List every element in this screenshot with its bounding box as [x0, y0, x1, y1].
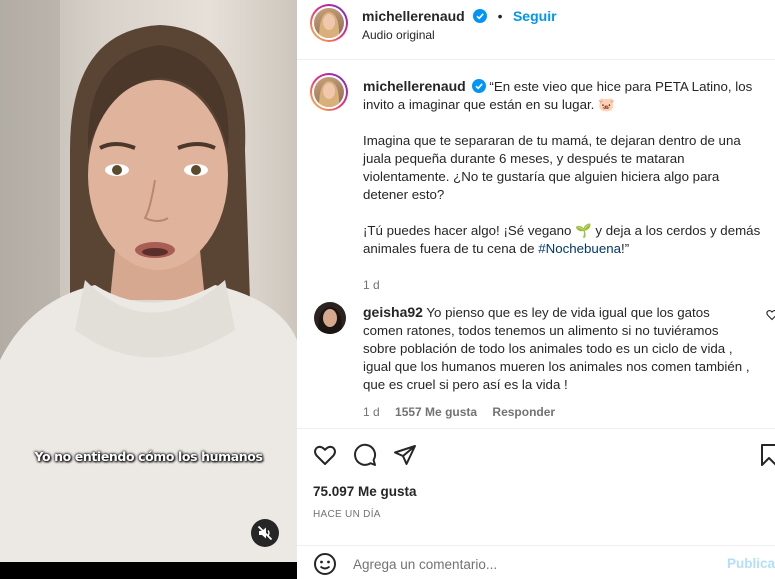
comment-likes[interactable]: 1557 Me gusta: [395, 405, 477, 419]
caption-time[interactable]: 1 d: [363, 276, 763, 294]
reel-video[interactable]: Yo no entiendo cómo los humanos: [0, 0, 297, 579]
like-heart-icon[interactable]: [313, 443, 337, 467]
caption-username[interactable]: michellerenaud: [363, 78, 466, 94]
post-actions: 75.097 Me gusta HACE UN DÍA Publica: [297, 428, 775, 579]
caption-text: michellerenaud “En este vieo que hice pa…: [363, 77, 763, 294]
comment-composer: Publica: [297, 545, 775, 579]
speaker-muted-icon: [257, 525, 273, 541]
avatar[interactable]: [314, 8, 344, 38]
verified-badge-icon: [473, 9, 488, 23]
post-header: michellerenaud • Seguir Audio original: [297, 0, 775, 60]
likes-count[interactable]: 75.097 Me gusta: [313, 484, 417, 499]
commenter-avatar[interactable]: [314, 302, 346, 334]
share-paper-plane-icon[interactable]: [393, 443, 417, 467]
avatar-image: [319, 81, 340, 107]
verified-badge-icon: [471, 79, 486, 93]
header-username[interactable]: michellerenaud: [362, 8, 465, 24]
video-bottom-bar: [0, 562, 297, 579]
caption-paragraph-2: Imagina que te separaran de tu mamá, te …: [363, 133, 741, 202]
mute-toggle-button[interactable]: [251, 519, 279, 547]
follow-button[interactable]: Seguir: [513, 8, 557, 24]
hashtag-link[interactable]: #Nochebuena: [538, 241, 621, 256]
header-separator: •: [497, 8, 503, 24]
comment-item: geisha92 Yo pienso que es ley de vida ig…: [363, 303, 753, 421]
post-panel: michellerenaud • Seguir Audio original m…: [297, 0, 775, 579]
comment-like-heart-icon[interactable]: [766, 309, 775, 321]
caption-paragraph-3: ¡Tú puedes hacer algo! ¡Sé vegano 🌱 y de…: [363, 223, 761, 256]
comment-username[interactable]: geisha92: [363, 304, 423, 320]
avatar-image: [317, 307, 343, 334]
emoji-icon[interactable]: [313, 552, 337, 576]
header-title-row: michellerenaud • Seguir: [362, 8, 557, 26]
comment-time[interactable]: 1 d: [363, 405, 380, 419]
post-timestamp[interactable]: HACE UN DÍA: [313, 509, 381, 520]
video-frame-person: [0, 0, 297, 579]
video-subtitle: Yo no entiendo cómo los humanos: [34, 449, 263, 464]
avatar-image: [319, 12, 340, 38]
comment-bubble-icon[interactable]: [353, 443, 377, 467]
audio-label[interactable]: Audio original: [362, 28, 435, 42]
save-bookmark-icon[interactable]: [759, 443, 775, 467]
caption-avatar[interactable]: [314, 77, 344, 107]
reply-button[interactable]: Responder: [492, 405, 555, 419]
comment-meta: 1 d 1557 Me gusta Responder: [363, 403, 753, 421]
comment-input[interactable]: [353, 554, 693, 574]
publish-button[interactable]: Publica: [727, 556, 775, 571]
